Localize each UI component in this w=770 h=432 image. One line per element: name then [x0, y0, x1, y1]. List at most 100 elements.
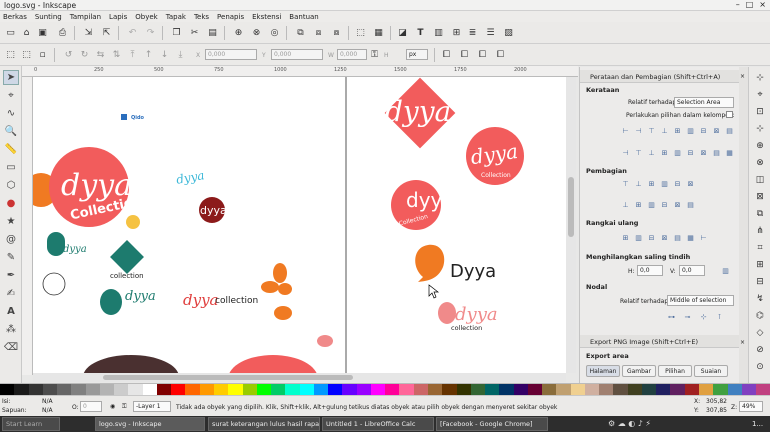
flip-horizontal-icon[interactable]: ⇆ [94, 48, 107, 61]
undo-icon[interactable]: ↶ [126, 26, 139, 39]
snap-toggle-icon[interactable]: ⊡ [753, 105, 767, 119]
palette-swatch[interactable] [741, 384, 757, 395]
align-option-icon[interactable]: ⊥ [646, 147, 657, 158]
snap-toggle-icon[interactable]: ⊠ [753, 190, 767, 204]
align-option-icon[interactable]: ⊞ [672, 125, 683, 136]
width-field[interactable]: 0,000 [337, 49, 367, 60]
fill-indicator[interactable]: N/A [42, 398, 53, 405]
snap-toggle-icon[interactable]: ⊗ [753, 156, 767, 170]
palette-swatch[interactable] [171, 384, 186, 395]
maximize-icon[interactable]: □ [746, 0, 754, 9]
select-all-icon[interactable]: ⬚ [4, 48, 17, 61]
snap-toggle-icon[interactable]: ◇ [753, 326, 767, 340]
print-icon[interactable]: ⎙ [56, 26, 69, 39]
export-page-button[interactable]: Halaman [586, 365, 620, 377]
vertical-scrollbar[interactable] [566, 77, 576, 373]
palette-swatch[interactable] [470, 384, 486, 395]
palette-swatch[interactable] [356, 384, 371, 395]
deselect-icon[interactable]: ▫ [36, 48, 49, 61]
align-option-icon[interactable]: ⊞ [659, 147, 670, 158]
palette-swatch[interactable] [0, 384, 15, 395]
align-option-icon[interactable]: ⊠ [672, 199, 683, 210]
palette-swatch[interactable] [413, 384, 428, 395]
rectangle-tool-icon[interactable]: ▭ [3, 160, 19, 175]
palette-swatch[interactable] [142, 384, 157, 395]
fill-stroke-icon[interactable]: ◪ [396, 26, 409, 39]
start-button[interactable]: Start Learn [2, 417, 60, 431]
palette-swatch[interactable] [485, 384, 500, 395]
palette-swatch[interactable] [627, 384, 642, 395]
snap-toggle-icon[interactable]: ⊟ [753, 275, 767, 289]
xml-editor-icon[interactable]: ▥ [432, 26, 445, 39]
flip-vertical-icon[interactable]: ⇅ [110, 48, 123, 61]
palette-swatch[interactable] [328, 384, 343, 395]
rotate-ccw-icon[interactable]: ↺ [62, 48, 75, 61]
palette-swatch[interactable] [285, 384, 300, 395]
align-option-icon[interactable]: ⊟ [672, 178, 683, 189]
export-custom-button[interactable]: Suaian [694, 365, 728, 377]
align-option-icon[interactable]: ⊥ [659, 125, 670, 136]
calligraphy-tool-icon[interactable]: ✍ [3, 286, 19, 301]
scale-corners-icon[interactable]: ⧠ [458, 48, 471, 61]
move-gradients-icon[interactable]: ⧠ [476, 48, 489, 61]
palette-swatch[interactable] [256, 384, 272, 395]
tray-icons[interactable]: ⚙ ☁ ◐ ♪ ⚡ [608, 419, 651, 428]
node-align-v-icon[interactable]: ⊸ [682, 311, 693, 322]
palette-swatch[interactable] [456, 384, 471, 395]
task-surat[interactable]: surat keterangan lulus hasil rapat ... [208, 417, 320, 431]
menu-ekstensi[interactable]: Ekstensi [252, 13, 281, 21]
text-tool-icon[interactable]: A [3, 304, 19, 319]
palette-swatch[interactable] [570, 384, 585, 395]
align-option-icon[interactable]: ⊢ [698, 232, 709, 243]
align-option-icon[interactable]: ⊟ [698, 125, 709, 136]
nodal-relative-select[interactable]: Middle of selection [667, 295, 734, 306]
palette-swatch[interactable] [242, 384, 257, 395]
node-tool-icon[interactable]: ⌖ [3, 88, 19, 103]
align-option-icon[interactable]: ▤ [685, 199, 696, 210]
text-font-icon[interactable]: T [414, 26, 427, 39]
stroke-indicator[interactable]: N/A [42, 407, 53, 414]
palette-swatch[interactable] [670, 384, 685, 395]
scale-stroke-icon[interactable]: ⧠ [440, 48, 453, 61]
palette-swatch[interactable] [427, 384, 443, 395]
align-distribute-icon[interactable]: ⊞ [450, 26, 463, 39]
palette-swatch[interactable] [656, 384, 671, 395]
remove-overlap-icon[interactable]: ▥ [720, 265, 731, 276]
align-option-icon[interactable]: ⊥ [620, 199, 631, 210]
selector-tool-icon[interactable]: ➤ [3, 70, 19, 85]
snap-toggle-icon[interactable]: ⊘ [753, 343, 767, 357]
3d-box-tool-icon[interactable]: ⬡ [3, 178, 19, 193]
duplicate-icon[interactable]: ⧉ [294, 26, 307, 39]
task-inkscape[interactable]: logo.svg - Inkscape [95, 417, 205, 431]
preferences-icon[interactable]: ☰ [484, 26, 497, 39]
layer-select[interactable]: -Layer 1 [133, 401, 171, 412]
lock-ratio-icon[interactable]: ⚿ [368, 48, 381, 61]
palette-swatch[interactable] [641, 384, 657, 395]
palette-swatch[interactable] [399, 384, 414, 395]
clone-icon[interactable]: ⧈ [312, 26, 325, 39]
snap-toggle-icon[interactable]: ⊙ [753, 360, 767, 374]
raise-top-icon[interactable]: ⤒ [126, 48, 139, 61]
align-option-icon[interactable]: ⊟ [659, 199, 670, 210]
x-field[interactable]: 0,000 [205, 49, 257, 60]
pencil-tool-icon[interactable]: ✎ [3, 250, 19, 265]
menu-tapak[interactable]: Tapak [166, 13, 186, 21]
open-file-icon[interactable]: ⌂ [20, 26, 33, 39]
palette-swatch[interactable] [213, 384, 229, 395]
align-option-icon[interactable]: ⊞ [633, 199, 644, 210]
lock-icon[interactable]: ⚿ [122, 403, 127, 411]
menu-obyek[interactable]: Obyek [135, 13, 157, 21]
node-distribute-h-icon[interactable]: ⊹ [698, 311, 709, 322]
rotate-cw-icon[interactable]: ↻ [78, 48, 91, 61]
align-option-icon[interactable]: ⊤ [646, 125, 657, 136]
menu-penapis[interactable]: Penapis [217, 13, 244, 21]
palette-swatch[interactable] [527, 384, 543, 395]
menu-sunting[interactable]: Sunting [35, 13, 62, 21]
import-icon[interactable]: ⇲ [82, 26, 95, 39]
palette-swatch[interactable] [613, 384, 628, 395]
align-option-icon[interactable]: ⊠ [698, 147, 709, 158]
palette-swatch[interactable] [556, 384, 571, 395]
align-option-icon[interactable]: ⊟ [685, 147, 696, 158]
align-option-icon[interactable]: ▤ [672, 232, 683, 243]
paste-icon[interactable]: ▤ [206, 26, 219, 39]
